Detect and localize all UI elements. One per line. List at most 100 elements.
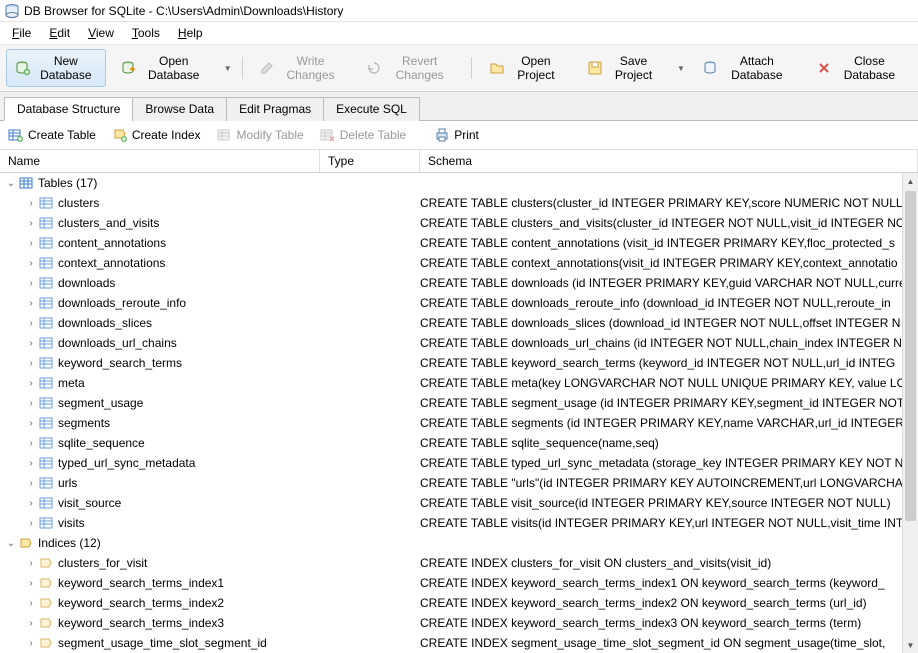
delete-table-button[interactable]: Delete Table (320, 127, 407, 143)
close-database-button[interactable]: Close Database (807, 49, 912, 87)
scrollbar-down-icon[interactable]: ▼ (903, 637, 918, 653)
new-database-button[interactable]: New Database (6, 49, 106, 87)
table-row[interactable]: ›visitsCREATE TABLE visits(id INTEGER PR… (0, 513, 918, 533)
group-table-icon (18, 175, 34, 191)
new-database-label: New Database (35, 54, 97, 82)
group-table[interactable]: ⌄Tables (17) (0, 173, 918, 193)
tab-execute-sql[interactable]: Execute SQL (323, 97, 420, 121)
table-row[interactable]: ›segment_usageCREATE TABLE segment_usage… (0, 393, 918, 413)
expander-icon[interactable]: › (24, 238, 38, 249)
expander-icon[interactable]: › (24, 398, 38, 409)
index-row[interactable]: ›segment_usage_time_slot_segment_idCREAT… (0, 633, 918, 653)
table-row[interactable]: ›clusters_and_visitsCREATE TABLE cluster… (0, 213, 918, 233)
table-row[interactable]: ›content_annotationsCREATE TABLE content… (0, 233, 918, 253)
table-row[interactable]: ›downloadsCREATE TABLE downloads (id INT… (0, 273, 918, 293)
expander-icon[interactable]: › (24, 638, 38, 649)
table-row[interactable]: ›segmentsCREATE TABLE segments (id INTEG… (0, 413, 918, 433)
menu-edit[interactable]: Edit (41, 24, 78, 42)
table-icon (38, 335, 54, 351)
create-table-button[interactable]: Create Table (8, 127, 96, 143)
index-icon (38, 555, 54, 571)
table-row[interactable]: ›visit_sourceCREATE TABLE visit_source(i… (0, 493, 918, 513)
create-index-label: Create Index (132, 128, 201, 142)
expander-icon[interactable]: › (24, 218, 38, 229)
menu-view[interactable]: View (80, 24, 122, 42)
expander-icon[interactable]: › (24, 518, 38, 529)
row-schema: CREATE TABLE meta(key LONGVARCHAR NOT NU… (420, 376, 918, 390)
table-row[interactable]: ›context_annotationsCREATE TABLE context… (0, 253, 918, 273)
group-index[interactable]: ⌄Indices (12) (0, 533, 918, 553)
expander-icon[interactable]: › (24, 478, 38, 489)
expander-icon[interactable]: › (24, 338, 38, 349)
row-label: clusters_and_visits (58, 216, 159, 230)
attach-database-button[interactable]: Attach Database (693, 49, 801, 87)
open-database-dropdown[interactable]: ▼ (222, 64, 234, 73)
index-row[interactable]: ›keyword_search_terms_index2CREATE INDEX… (0, 593, 918, 613)
table-icon (38, 495, 54, 511)
expander-icon[interactable]: › (24, 298, 38, 309)
table-row[interactable]: ›typed_url_sync_metadataCREATE TABLE typ… (0, 453, 918, 473)
expander-icon[interactable]: › (24, 498, 38, 509)
expander-icon[interactable]: › (24, 438, 38, 449)
expander-icon[interactable]: › (24, 318, 38, 329)
table-row[interactable]: ›sqlite_sequenceCREATE TABLE sqlite_sequ… (0, 433, 918, 453)
expander-icon[interactable]: › (24, 578, 38, 589)
expander-icon[interactable]: › (24, 358, 38, 369)
index-row[interactable]: ›keyword_search_terms_index1CREATE INDEX… (0, 573, 918, 593)
menu-tools[interactable]: Tools (124, 24, 168, 42)
table-row[interactable]: ›urlsCREATE TABLE "urls"(id INTEGER PRIM… (0, 473, 918, 493)
table-row[interactable]: ›downloads_url_chainsCREATE TABLE downlo… (0, 333, 918, 353)
expander-icon[interactable]: › (24, 378, 38, 389)
column-name[interactable]: Name (0, 150, 320, 172)
row-schema: CREATE TABLE sqlite_sequence(name,seq) (420, 436, 918, 450)
modify-table-button[interactable]: Modify Table (217, 127, 304, 143)
expander-icon[interactable]: › (24, 198, 38, 209)
expander-icon[interactable]: › (24, 598, 38, 609)
save-project-button[interactable]: Save Project (578, 49, 669, 87)
index-row[interactable]: ›keyword_search_terms_index3CREATE INDEX… (0, 613, 918, 633)
open-project-label: Open Project (509, 54, 563, 82)
row-label: segment_usage (58, 396, 143, 410)
row-label: clusters (58, 196, 99, 210)
table-row[interactable]: ›downloads_slicesCREATE TABLE downloads_… (0, 313, 918, 333)
write-changes-button[interactable]: Write Changes (250, 49, 350, 87)
tab-database-structure[interactable]: Database Structure (4, 97, 133, 121)
index-row[interactable]: ›clusters_for_visitCREATE INDEX clusters… (0, 553, 918, 573)
expander-icon[interactable]: › (24, 258, 38, 269)
menu-file[interactable]: File (4, 24, 39, 42)
tree-body[interactable]: ⌄Tables (17)›clustersCREATE TABLE cluste… (0, 173, 918, 653)
revert-changes-button[interactable]: Revert Changes (357, 49, 463, 87)
create-index-button[interactable]: Create Index (112, 127, 201, 143)
table-row[interactable]: ›downloads_reroute_infoCREATE TABLE down… (0, 293, 918, 313)
expander-icon[interactable]: › (24, 618, 38, 629)
table-row[interactable]: ›metaCREATE TABLE meta(key LONGVARCHAR N… (0, 373, 918, 393)
scrollbar[interactable]: ▲ ▼ (902, 173, 918, 653)
open-database-button[interactable]: Open Database (112, 49, 216, 87)
save-project-dropdown[interactable]: ▼ (675, 64, 687, 73)
save-project-icon (587, 60, 603, 76)
tab-edit-pragmas[interactable]: Edit Pragmas (226, 97, 324, 121)
scrollbar-thumb[interactable] (905, 191, 916, 521)
expander-icon[interactable]: ⌄ (4, 178, 18, 189)
table-icon (38, 395, 54, 411)
print-button[interactable]: Print (434, 127, 479, 143)
expander-icon[interactable]: › (24, 278, 38, 289)
main-toolbar: New Database Open Database ▼ Write Chang… (0, 44, 918, 92)
expander-icon[interactable]: › (24, 458, 38, 469)
scrollbar-up-icon[interactable]: ▲ (903, 173, 918, 189)
menu-help[interactable]: Help (170, 24, 211, 42)
row-label: content_annotations (58, 236, 166, 250)
table-icon (38, 195, 54, 211)
table-icon (38, 315, 54, 331)
group-index-icon (18, 535, 34, 551)
row-schema: CREATE TABLE downloads_reroute_info (dow… (420, 296, 918, 310)
table-row[interactable]: ›clustersCREATE TABLE clusters(cluster_i… (0, 193, 918, 213)
expander-icon[interactable]: › (24, 558, 38, 569)
column-schema[interactable]: Schema (420, 150, 918, 172)
expander-icon[interactable]: › (24, 418, 38, 429)
table-row[interactable]: ›keyword_search_termsCREATE TABLE keywor… (0, 353, 918, 373)
tab-browse-data[interactable]: Browse Data (132, 97, 227, 121)
column-type[interactable]: Type (320, 150, 420, 172)
expander-icon[interactable]: ⌄ (4, 538, 18, 549)
open-project-button[interactable]: Open Project (480, 49, 572, 87)
